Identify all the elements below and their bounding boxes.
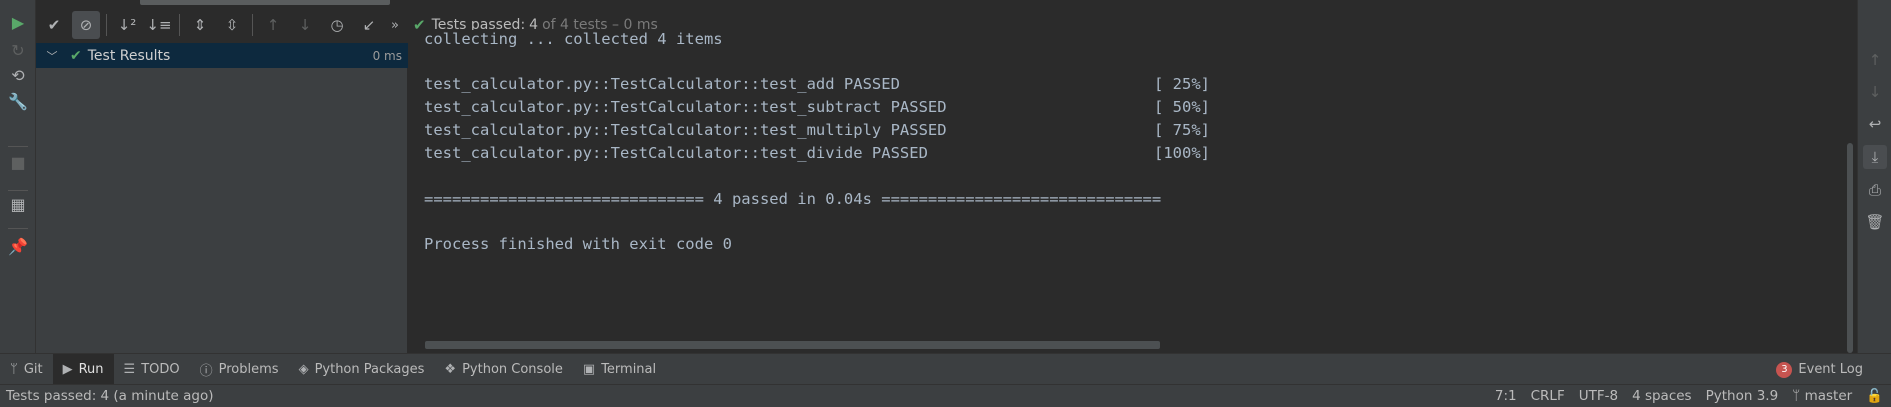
console-line: collecting ... collected 4 items <box>424 30 723 48</box>
console-summary-line: ============================== 4 passed … <box>424 190 1162 208</box>
tab-label: Python Packages <box>314 361 425 377</box>
terminal-icon: ▣ <box>582 361 596 377</box>
tree-root-row[interactable]: ﹀ ✔ Test Results 0 ms <box>36 43 408 68</box>
tab-git[interactable]: ᛘ Git <box>0 354 53 385</box>
tab-terminal[interactable]: ▣ Terminal <box>573 354 666 385</box>
rerun-icon[interactable]: ▶ <box>6 10 30 34</box>
python-console-icon: ❖ <box>444 361 457 377</box>
run-side-toolbar: ▶ ↻ ⟲ 🔧 ■ ▦ 📌 <box>0 0 36 353</box>
tab-label: Run <box>78 361 104 377</box>
console-line: test_calculator.py::TestCalculator::test… <box>424 144 928 162</box>
settings-wrench-icon[interactable]: 🔧 <box>6 89 30 113</box>
tab-todo[interactable]: ☰ TODO <box>114 354 190 385</box>
tab-python-console[interactable]: ❖ Python Console <box>434 354 572 385</box>
rerun-failed-icon[interactable]: ↻ <box>6 38 30 62</box>
down-arrow-icon[interactable]: ↓ <box>1863 80 1887 104</box>
tab-label: Terminal <box>601 361 657 377</box>
expand-all-icon[interactable]: ⇕ <box>186 11 214 39</box>
trash-icon[interactable]: 🗑 <box>1863 210 1887 234</box>
tab-label: TODO <box>141 361 180 377</box>
console-vertical-scrollbar[interactable] <box>1847 143 1853 353</box>
up-arrow-icon[interactable]: ↑ <box>1863 48 1887 72</box>
indent-setting[interactable]: 4 spaces <box>1632 388 1692 404</box>
lock-icon[interactable]: 🔓 <box>1866 388 1883 404</box>
sort-alpha-icon[interactable]: ↓² <box>113 11 141 39</box>
show-passed-icon[interactable]: ✔ <box>40 11 68 39</box>
interpreter[interactable]: Python 3.9 <box>1706 388 1779 404</box>
show-ignored-icon[interactable]: ⊘ <box>72 11 100 39</box>
console-exit-line: Process finished with exit code 0 <box>424 235 732 253</box>
tab-problems[interactable]: ⓘ Problems <box>190 354 289 385</box>
console-progress: [ 25%] <box>1154 75 1210 93</box>
problems-icon: ⓘ <box>199 363 213 379</box>
pin-icon[interactable]: 📌 <box>6 234 30 258</box>
tab-python-packages[interactable]: ◈ Python Packages <box>289 354 435 385</box>
console-horizontal-scrollbar[interactable] <box>425 341 1160 349</box>
console-progress: [100%] <box>1154 144 1210 162</box>
line-separator[interactable]: CRLF <box>1531 388 1565 404</box>
branch-name: master <box>1804 388 1853 404</box>
scroll-to-end-icon[interactable]: ⤓ <box>1863 145 1887 169</box>
git-icon: ᛘ <box>10 361 18 377</box>
passed-check-icon: ✔ <box>70 47 82 64</box>
layout-icon[interactable]: ▦ <box>6 192 30 216</box>
test-tree-panel: ﹀ ✔ Test Results 0 ms <box>36 43 408 353</box>
history-icon[interactable]: ◷ <box>323 11 351 39</box>
event-log-badge: 3 <box>1776 361 1793 378</box>
tab-label: Git <box>23 361 43 377</box>
chevron-down-icon[interactable]: ﹀ <box>40 48 64 64</box>
event-log-label: Event Log <box>1798 362 1863 377</box>
tool-window-tabs: ᛘ Git ▶ Run ☰ TODO ⓘ Problems ◈ Python P… <box>0 353 1891 385</box>
console-progress: [ 75%] <box>1154 121 1210 139</box>
tree-root-label: Test Results <box>87 47 171 64</box>
tab-run[interactable]: ▶ Run <box>52 353 114 385</box>
todo-icon: ☰ <box>123 361 136 377</box>
console-line: test_calculator.py::TestCalculator::test… <box>424 98 947 116</box>
toggle-auto-test-icon[interactable]: ⟲ <box>6 63 30 87</box>
tab-label: Problems <box>218 361 279 377</box>
tree-root-time: 0 ms <box>372 48 402 63</box>
status-bar: Tests passed: 4 (a minute ago) 7:1 CRLF … <box>0 384 1891 407</box>
console-output[interactable]: collecting ... collected 4 items test_ca… <box>409 30 1849 353</box>
console-side-toolbar: ↑ ↓ ↩ ⤓ ⎙ 🗑 <box>1857 0 1891 353</box>
status-message[interactable]: Tests passed: 4 (a minute ago) <box>6 388 214 404</box>
sort-duration-icon[interactable]: ↓≡ <box>145 11 173 39</box>
file-encoding[interactable]: UTF-8 <box>1579 388 1618 404</box>
top-scrollbar[interactable] <box>140 0 390 5</box>
python-packages-icon: ◈ <box>298 361 309 377</box>
stop-icon[interactable]: ■ <box>6 150 30 174</box>
branch-icon: ᛘ <box>1792 388 1805 404</box>
more-icon[interactable]: » <box>387 11 403 39</box>
import-tests-icon[interactable]: ↙ <box>355 11 383 39</box>
git-branch[interactable]: ᛘ master <box>1792 388 1852 404</box>
console-line: test_calculator.py::TestCalculator::test… <box>424 75 900 93</box>
collapse-all-icon[interactable]: ⇳ <box>218 11 246 39</box>
next-failed-icon[interactable]: ↓ <box>291 11 319 39</box>
event-log-button[interactable]: 3 Event Log <box>1776 354 1863 385</box>
caret-position[interactable]: 7:1 <box>1495 388 1517 404</box>
console-line: test_calculator.py::TestCalculator::test… <box>424 121 947 139</box>
prev-failed-icon[interactable]: ↑ <box>259 11 287 39</box>
print-icon[interactable]: ⎙ <box>1863 178 1887 202</box>
console-progress: [ 50%] <box>1154 98 1210 116</box>
run-icon: ▶ <box>62 361 73 377</box>
soft-wrap-icon[interactable]: ↩ <box>1863 112 1887 136</box>
tab-label: Python Console <box>462 361 563 377</box>
